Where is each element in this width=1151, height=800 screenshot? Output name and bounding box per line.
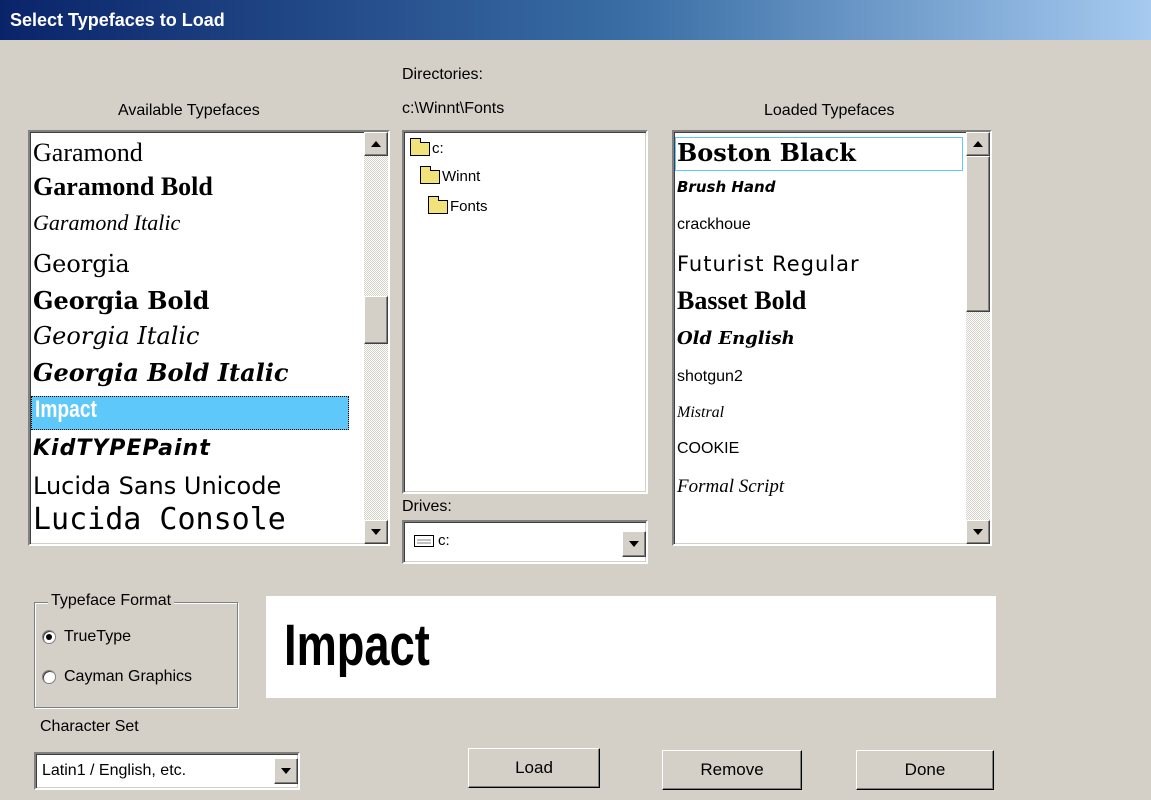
tree-item-label: Winnt (442, 168, 481, 185)
list-item[interactable]: Georgia Italic (33, 322, 200, 350)
list-item-selected[interactable]: Impact (35, 396, 97, 424)
chevron-down-icon (629, 541, 639, 547)
drive-value: c: (414, 532, 450, 549)
directory-path: c:\Winnt\Fonts (402, 100, 505, 117)
drive-text: c: (438, 532, 450, 549)
load-button[interactable]: Load (468, 748, 600, 788)
list-item[interactable]: Georgia Bold Italic (33, 358, 288, 387)
list-item[interactable]: Formal Script (677, 476, 784, 498)
list-item[interactable]: Brush Hand (677, 178, 775, 196)
arrow-up-icon (371, 141, 381, 147)
radio-cayman-graphics[interactable] (42, 670, 56, 684)
tree-item-label: c: (432, 140, 444, 157)
scroll-up-button[interactable] (364, 132, 388, 156)
loaded-typefaces-label: Loaded Typefaces (764, 102, 895, 119)
list-item[interactable]: Basset Bold (677, 286, 806, 316)
list-item[interactable]: Boston Black (677, 138, 856, 167)
typeface-format-label: Typeface Format (48, 592, 175, 610)
radio-cayman-graphics-label[interactable]: Cayman Graphics (64, 668, 192, 686)
list-item[interactable]: Garamond Italic (33, 210, 180, 236)
arrow-down-icon (371, 529, 381, 535)
scroll-thumb[interactable] (966, 156, 990, 312)
typeface-format-group (34, 602, 238, 708)
open-folder-icon (420, 166, 440, 185)
list-item[interactable]: Lucida Console (33, 502, 286, 537)
available-typefaces-label: Available Typefaces (118, 102, 260, 119)
list-item[interactable]: Futurist Regular (677, 252, 860, 276)
directories-label-text: Directories: (402, 66, 483, 83)
drives-label: Drives: (402, 498, 452, 515)
tree-item-fonts[interactable]: Fonts (428, 196, 488, 215)
chevron-down-icon (281, 768, 291, 774)
list-item[interactable]: shotgun2 (677, 368, 743, 386)
open-folder-icon (410, 138, 430, 157)
character-set-value: Latin1 / English, etc. (42, 762, 187, 779)
directories-label: Directories: (402, 66, 483, 84)
list-item[interactable]: Lucida Sans Unicode (33, 472, 281, 500)
list-item[interactable]: Old English (677, 328, 795, 349)
loaded-scrollbar[interactable] (966, 132, 990, 544)
drive-dropdown-button[interactable] (622, 531, 646, 557)
arrow-down-icon (973, 529, 983, 535)
available-scrollbar[interactable] (364, 132, 388, 544)
done-button[interactable]: Done (856, 750, 994, 790)
list-item[interactable]: Mistral (677, 404, 724, 422)
drive-icon (414, 535, 434, 548)
preview-text: Impact (284, 613, 430, 678)
tree-item-c[interactable]: c: (410, 138, 444, 157)
scroll-down-button[interactable] (364, 520, 388, 544)
scroll-thumb[interactable] (364, 296, 388, 344)
open-folder-icon (428, 196, 448, 215)
tree-item-winnt[interactable]: Winnt (420, 166, 481, 185)
drive-select[interactable]: c: (402, 520, 648, 564)
list-item[interactable]: Garamond (33, 138, 143, 168)
directory-tree[interactable]: c: Winnt Fonts (402, 130, 648, 494)
list-item[interactable]: Garamond Bold (33, 172, 213, 202)
scroll-down-button[interactable] (966, 520, 990, 544)
character-set-select[interactable]: Latin1 / English, etc. (34, 752, 300, 790)
preview-pane: Impact (266, 596, 996, 698)
list-item[interactable]: COOKIE (677, 440, 739, 458)
radio-truetype[interactable] (42, 630, 56, 644)
loaded-typefaces-list[interactable]: Boston Black Brush Hand crackhoue Futuri… (672, 130, 992, 546)
list-item[interactable]: Georgia Bold (33, 286, 209, 315)
list-item[interactable]: Georgia (33, 250, 130, 278)
window-title: Select Typefaces to Load (0, 0, 1151, 40)
character-set-dropdown-button[interactable] (274, 758, 298, 784)
available-typefaces-list[interactable]: Garamond Garamond Bold Garamond Italic G… (28, 130, 390, 546)
remove-button[interactable]: Remove (662, 750, 802, 790)
radio-truetype-label[interactable]: TrueType (64, 628, 131, 646)
character-set-label: Character Set (40, 718, 139, 735)
tree-item-label: Fonts (450, 198, 488, 215)
arrow-up-icon (973, 141, 983, 147)
list-item[interactable]: crackhoue (677, 216, 751, 234)
list-item[interactable]: KidTYPEPaint (33, 436, 211, 461)
scroll-up-button[interactable] (966, 132, 990, 156)
